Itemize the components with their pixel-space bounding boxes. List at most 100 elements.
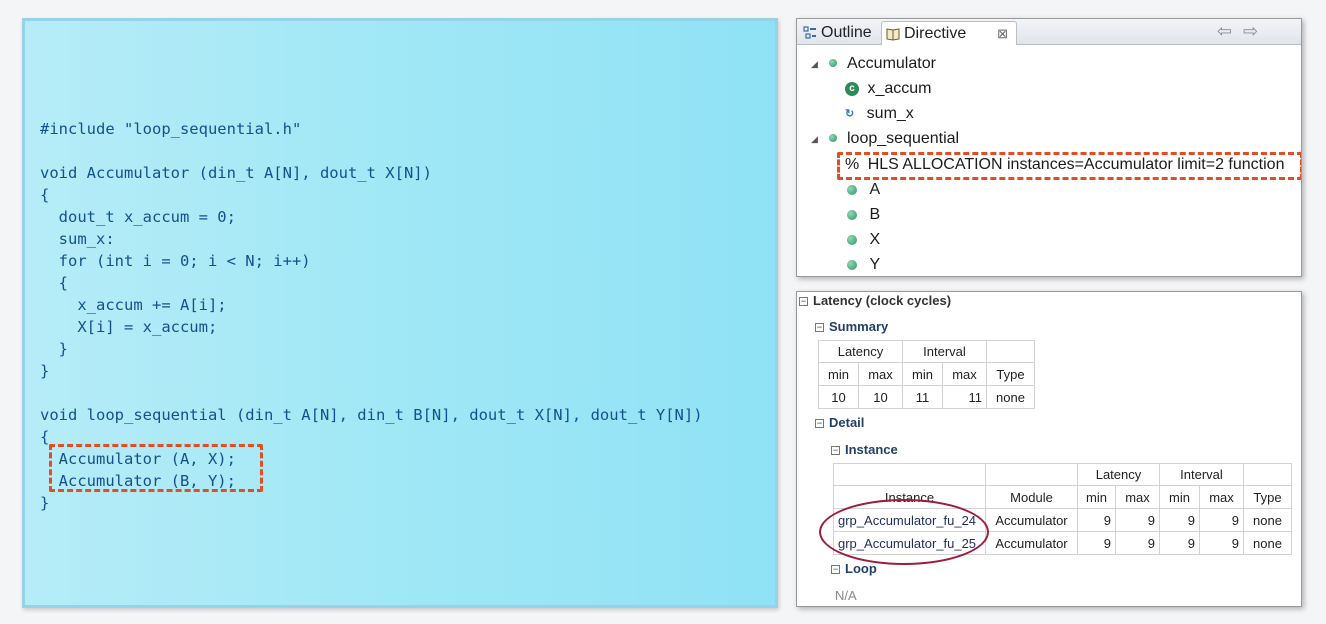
table-cell: none bbox=[986, 385, 1035, 409]
tree-item-port[interactable]: X bbox=[847, 228, 880, 252]
table-header: Interval bbox=[902, 340, 987, 363]
tree-label: Accumulator bbox=[847, 55, 936, 72]
tree-label: Y bbox=[869, 256, 881, 273]
code-line: x_accum += A[i]; bbox=[40, 296, 227, 314]
table-header: Type bbox=[986, 362, 1035, 386]
collapse-icon[interactable]: − bbox=[815, 419, 824, 428]
table-header: Module bbox=[985, 485, 1078, 509]
collapse-icon[interactable]: − bbox=[831, 565, 840, 574]
table-header: max bbox=[858, 362, 903, 386]
detail-section-header[interactable]: − Detail bbox=[815, 414, 864, 432]
tree-item-loop[interactable]: ↻ sum_x bbox=[845, 102, 914, 126]
code-line: } bbox=[40, 494, 50, 512]
code-editor-panel: #include "loop_sequential.h" void Accumu… bbox=[22, 18, 778, 608]
code-line: for (int i = 0; i < N; i++) bbox=[40, 252, 311, 270]
collapse-icon[interactable]: − bbox=[815, 323, 824, 332]
code-line: void Accumulator (din_t A[N], dout_t X[N… bbox=[40, 164, 432, 182]
table-cell: 9 bbox=[1199, 531, 1244, 555]
table-header: Latency bbox=[1077, 463, 1160, 486]
tab-directive[interactable]: Directive ⊠ bbox=[881, 21, 1017, 45]
loop-value: N/A bbox=[835, 588, 857, 603]
table-cell: 11 bbox=[942, 385, 987, 409]
tree-label: A bbox=[869, 181, 881, 198]
table-header: max bbox=[1199, 485, 1244, 509]
code-line: } bbox=[40, 362, 50, 380]
tree-item-port[interactable]: Y bbox=[847, 253, 881, 276]
code-line: } bbox=[40, 340, 68, 358]
table-header: min bbox=[902, 362, 943, 386]
tree-label: X bbox=[869, 231, 881, 248]
forward-arrow-icon[interactable]: ⇨ bbox=[1243, 21, 1258, 42]
table-cell: 9 bbox=[1077, 508, 1116, 532]
table-cell: 9 bbox=[1077, 531, 1116, 555]
book-icon bbox=[886, 28, 900, 41]
highlight-box bbox=[49, 444, 263, 492]
table-header: max bbox=[1115, 485, 1160, 509]
table-cell: 11 bbox=[902, 385, 943, 409]
tree-item-port[interactable]: A bbox=[847, 178, 880, 202]
table-header: min bbox=[1159, 485, 1200, 509]
summary-table: Latency Interval min max min max Type 10… bbox=[818, 340, 1035, 409]
code-line: dout_t x_accum = 0; bbox=[40, 208, 236, 226]
close-icon[interactable]: ⊠ bbox=[997, 22, 1008, 46]
table-cell: none bbox=[1243, 531, 1292, 555]
table-header: max bbox=[942, 362, 987, 386]
table-header bbox=[1243, 463, 1292, 486]
code-line: { bbox=[40, 274, 68, 292]
tree-item-port[interactable]: B bbox=[847, 203, 880, 227]
back-arrow-icon[interactable]: ⇦ bbox=[1217, 21, 1232, 42]
latency-report-panel: − Latency (clock cycles) − Summary Latency… bbox=[796, 291, 1302, 607]
table-cell: none bbox=[1243, 508, 1292, 532]
collapse-icon[interactable]: − bbox=[799, 297, 808, 306]
collapse-icon[interactable]: − bbox=[831, 446, 840, 455]
loop-section-header[interactable]: − Loop bbox=[831, 560, 877, 578]
instance-section-header[interactable]: − Instance bbox=[831, 441, 898, 459]
latency-section-header[interactable]: − Latency (clock cycles) bbox=[799, 292, 951, 310]
port-icon bbox=[847, 184, 857, 195]
section-title: Loop bbox=[845, 561, 877, 576]
table-header: Interval bbox=[1159, 463, 1244, 486]
expand-triangle-icon[interactable]: ◢ bbox=[811, 127, 818, 151]
code-line: { bbox=[40, 428, 50, 446]
port-icon bbox=[847, 259, 857, 270]
tab-outline-label: Outline bbox=[821, 24, 872, 41]
port-icon bbox=[847, 209, 857, 220]
code-line: X[i] = x_accum; bbox=[40, 318, 218, 336]
function-icon bbox=[829, 134, 837, 142]
table-cell: 9 bbox=[1159, 508, 1200, 532]
section-title: Detail bbox=[829, 415, 865, 430]
section-title: Summary bbox=[829, 319, 889, 334]
table-cell: 9 bbox=[1199, 508, 1244, 532]
directive-view: Outline Directive ⊠ ⇦ ⇨ ◢ Accumulator c … bbox=[796, 18, 1302, 277]
table-header: min bbox=[818, 362, 859, 386]
table-cell: 10 bbox=[818, 385, 859, 409]
section-title: Latency (clock cycles) bbox=[813, 293, 952, 308]
table-header bbox=[833, 463, 986, 486]
tree-label: sum_x bbox=[866, 105, 914, 123]
loop-icon: ↻ bbox=[845, 108, 855, 120]
highlight-oval bbox=[819, 499, 989, 565]
code-line: { bbox=[40, 186, 50, 204]
table-cell: Accumulator bbox=[985, 508, 1078, 532]
tab-bar: Outline Directive ⊠ ⇦ ⇨ bbox=[797, 19, 1301, 45]
tree-label: loop_sequential bbox=[847, 130, 960, 147]
expand-triangle-icon[interactable]: ◢ bbox=[811, 52, 818, 76]
table-cell: 9 bbox=[1115, 531, 1160, 555]
variable-icon: c bbox=[845, 81, 859, 96]
outline-icon bbox=[803, 26, 816, 39]
code-line: void loop_sequential (din_t A[N], din_t … bbox=[40, 406, 703, 424]
tree-label: B bbox=[869, 206, 881, 223]
table-cell: Accumulator bbox=[985, 531, 1078, 555]
table-cell: 10 bbox=[858, 385, 903, 409]
table-header: Type bbox=[1243, 485, 1292, 509]
section-title: Instance bbox=[845, 442, 898, 457]
code-line: #include "loop_sequential.h" bbox=[40, 120, 302, 138]
summary-section-header[interactable]: − Summary bbox=[815, 318, 888, 336]
code-line: sum_x: bbox=[40, 230, 115, 248]
table-header bbox=[985, 463, 1078, 486]
function-icon bbox=[829, 59, 837, 67]
tree-item-variable[interactable]: c x_accum bbox=[845, 77, 931, 101]
tab-outline[interactable]: Outline bbox=[799, 21, 879, 45]
highlight-box bbox=[837, 152, 1301, 180]
tree-label: x_accum bbox=[867, 80, 932, 97]
